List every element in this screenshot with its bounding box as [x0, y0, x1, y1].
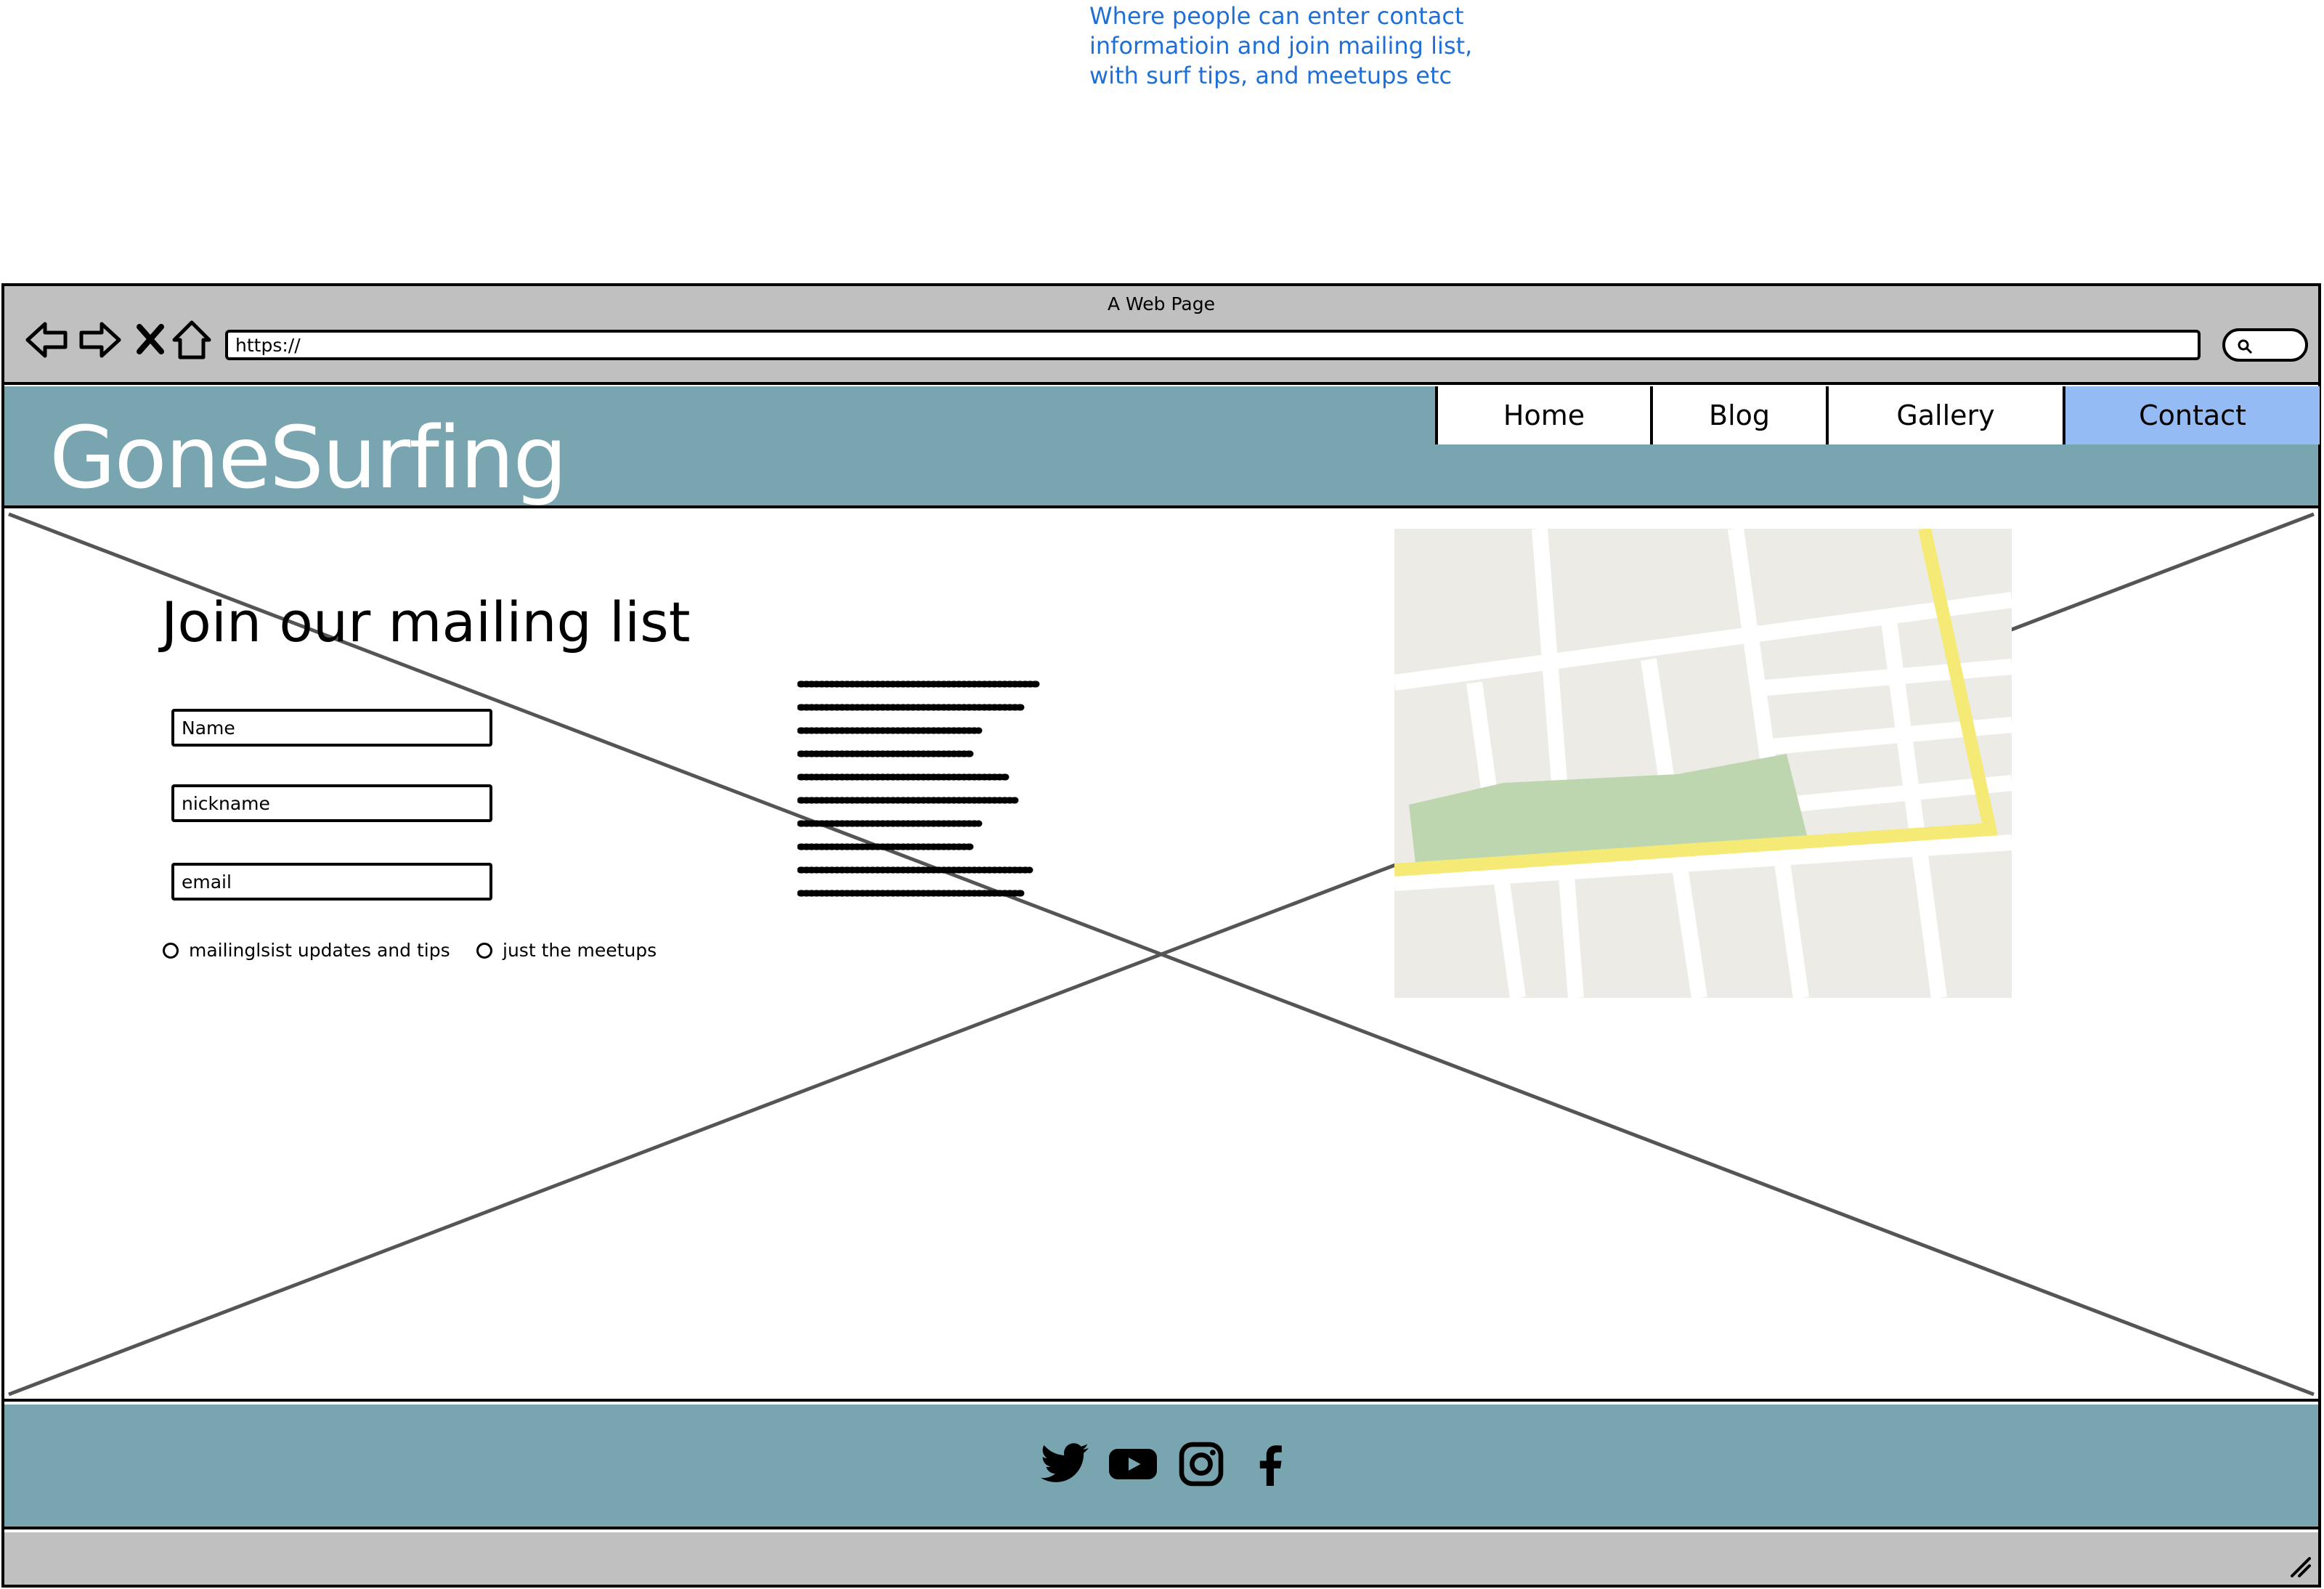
nav-blog[interactable]: Blog [1650, 386, 1826, 444]
location-map [1394, 529, 2012, 998]
radio-button[interactable] [476, 942, 492, 959]
annotation-note: Where people can enter contact informati… [1089, 1, 1554, 91]
resize-grip-icon[interactable] [2289, 1556, 2311, 1577]
nav-home[interactable]: Home [1435, 386, 1650, 444]
search-icon [2238, 339, 2253, 354]
radio-option-meetups[interactable]: just the meetups [476, 940, 657, 961]
mailing-list-title: Join our mailing list [161, 590, 691, 654]
site-logo[interactable]: GoneSurfing [49, 414, 567, 501]
home-icon[interactable] [168, 317, 215, 363]
facebook-icon[interactable] [1243, 1438, 1296, 1490]
annotation-line: Where people can enter contact [1089, 2, 1464, 30]
window-title: A Web Page [1107, 293, 1216, 314]
stop-icon[interactable] [128, 317, 174, 363]
nav-contact[interactable]: Contact [2063, 386, 2320, 444]
twitter-icon[interactable] [1039, 1438, 1091, 1490]
annotation-line: informatioin and join mailing list, [1089, 32, 1473, 60]
site-footer [4, 1405, 2318, 1529]
radio-label: mailinglsist updates and tips [189, 940, 450, 961]
browser-status-bar [4, 1532, 2318, 1585]
main-nav: Home Blog Gallery Contact [1435, 386, 2320, 444]
scribbled-text-block [797, 680, 1041, 897]
browser-window: A Web Page https:// GoneSurfing Home Blo… [1, 283, 2321, 1588]
name-input[interactable] [171, 709, 492, 747]
radio-button[interactable] [163, 942, 179, 959]
radio-option-updates[interactable]: mailinglsist updates and tips [163, 940, 450, 961]
browser-toolbar: A Web Page https:// [4, 286, 2318, 385]
instagram-icon[interactable] [1175, 1438, 1227, 1490]
url-bar[interactable]: https:// [225, 330, 2201, 360]
email-input[interactable] [171, 863, 492, 901]
social-links [1039, 1438, 1296, 1490]
radio-label: just the meetups [503, 940, 657, 961]
youtube-icon[interactable] [1107, 1438, 1159, 1490]
annotation-line: with surf tips, and meetups etc [1089, 62, 1452, 89]
back-arrow-icon[interactable] [23, 317, 70, 363]
nickname-input[interactable] [171, 784, 492, 822]
main-content: Join our mailing list mailinglsist updat… [4, 510, 2318, 1402]
nav-gallery[interactable]: Gallery [1826, 386, 2063, 444]
search-button[interactable] [2222, 328, 2308, 362]
forward-arrow-icon[interactable] [77, 317, 123, 363]
site-header: GoneSurfing Home Blog Gallery Contact [4, 386, 2320, 508]
